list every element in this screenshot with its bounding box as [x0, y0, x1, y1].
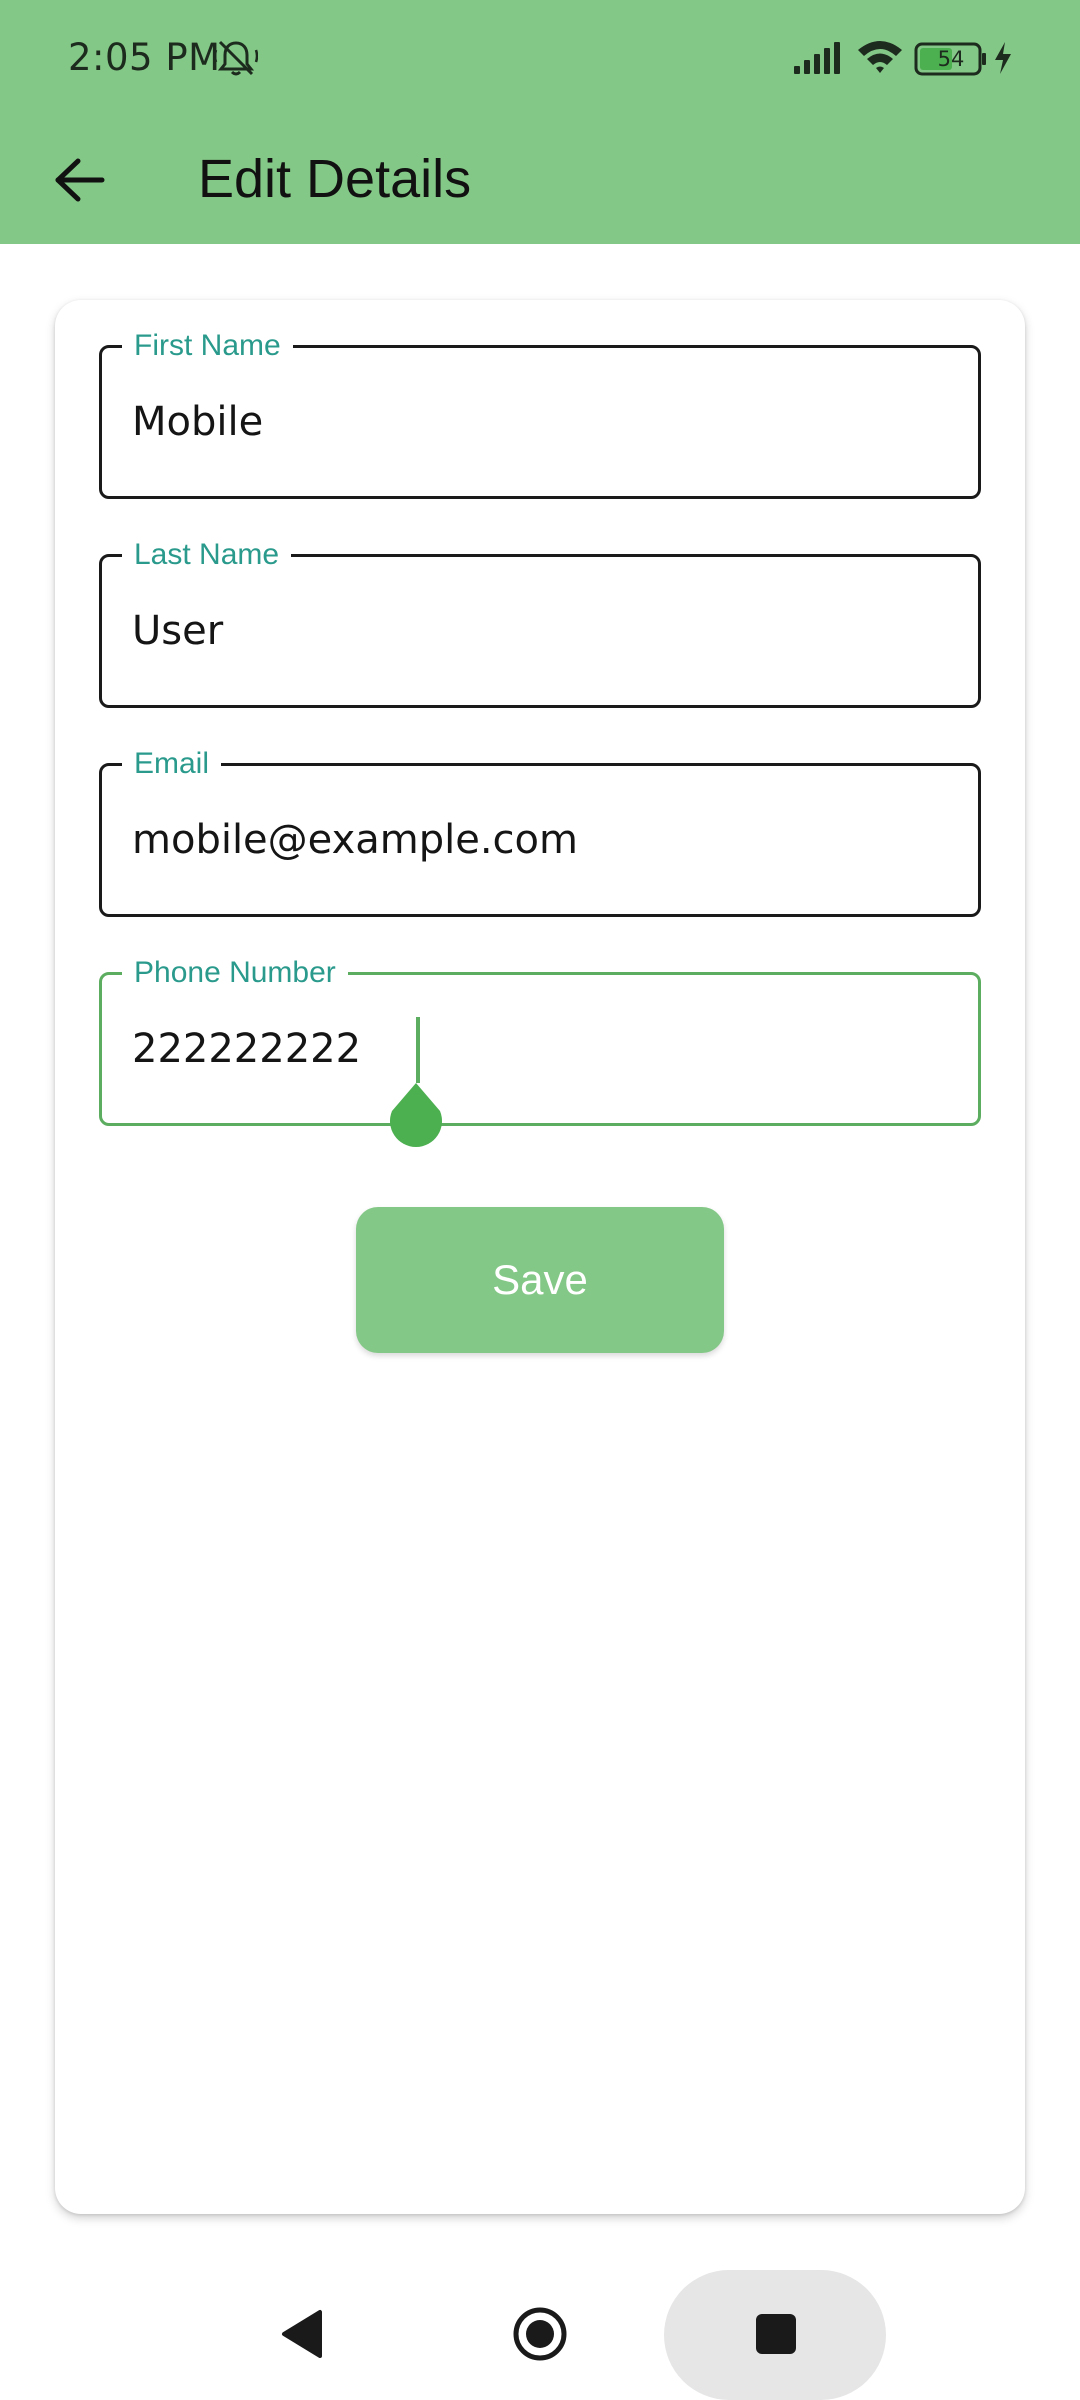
text-cursor: [416, 1017, 420, 1083]
arrow-left-icon: [55, 158, 105, 202]
wifi-icon: [856, 38, 904, 80]
app-header: 2:05 PM 54 Edit Details: [0, 0, 1080, 244]
system-nav-bar: [0, 2260, 1080, 2400]
first-name-input[interactable]: [132, 348, 952, 496]
mute-icon: [213, 38, 259, 82]
last-name-field[interactable]: Last Name: [99, 535, 981, 708]
last-name-input[interactable]: [132, 557, 952, 705]
email-input[interactable]: [132, 766, 952, 914]
status-bar: 2:05 PM 54: [0, 0, 1080, 120]
phone-number-input[interactable]: [132, 975, 952, 1123]
toolbar: Edit Details: [0, 120, 1080, 244]
page-title: Edit Details: [198, 149, 472, 209]
status-time: 2:05 PM: [68, 36, 221, 79]
battery-level: 54: [937, 47, 965, 71]
charging-icon: [992, 40, 1014, 80]
back-button[interactable]: [40, 140, 120, 220]
nav-recent-icon: [756, 2314, 796, 2354]
first-name-field[interactable]: First Name: [99, 326, 981, 499]
nav-home-button[interactable]: [490, 2284, 590, 2384]
save-button[interactable]: Save: [356, 1207, 724, 1353]
nav-home-icon: [513, 2307, 567, 2361]
phone-number-field[interactable]: Phone Number: [99, 953, 981, 1147]
email-field[interactable]: Email: [99, 744, 981, 917]
nav-back-button[interactable]: [252, 2284, 352, 2384]
signal-icon: [792, 40, 842, 80]
nav-recent-button[interactable]: [726, 2284, 826, 2384]
nav-back-icon: [282, 2310, 322, 2358]
edit-details-card: First Name Last Name Email Phone Number …: [55, 300, 1025, 2214]
cursor-handle[interactable]: [384, 1081, 448, 1163]
